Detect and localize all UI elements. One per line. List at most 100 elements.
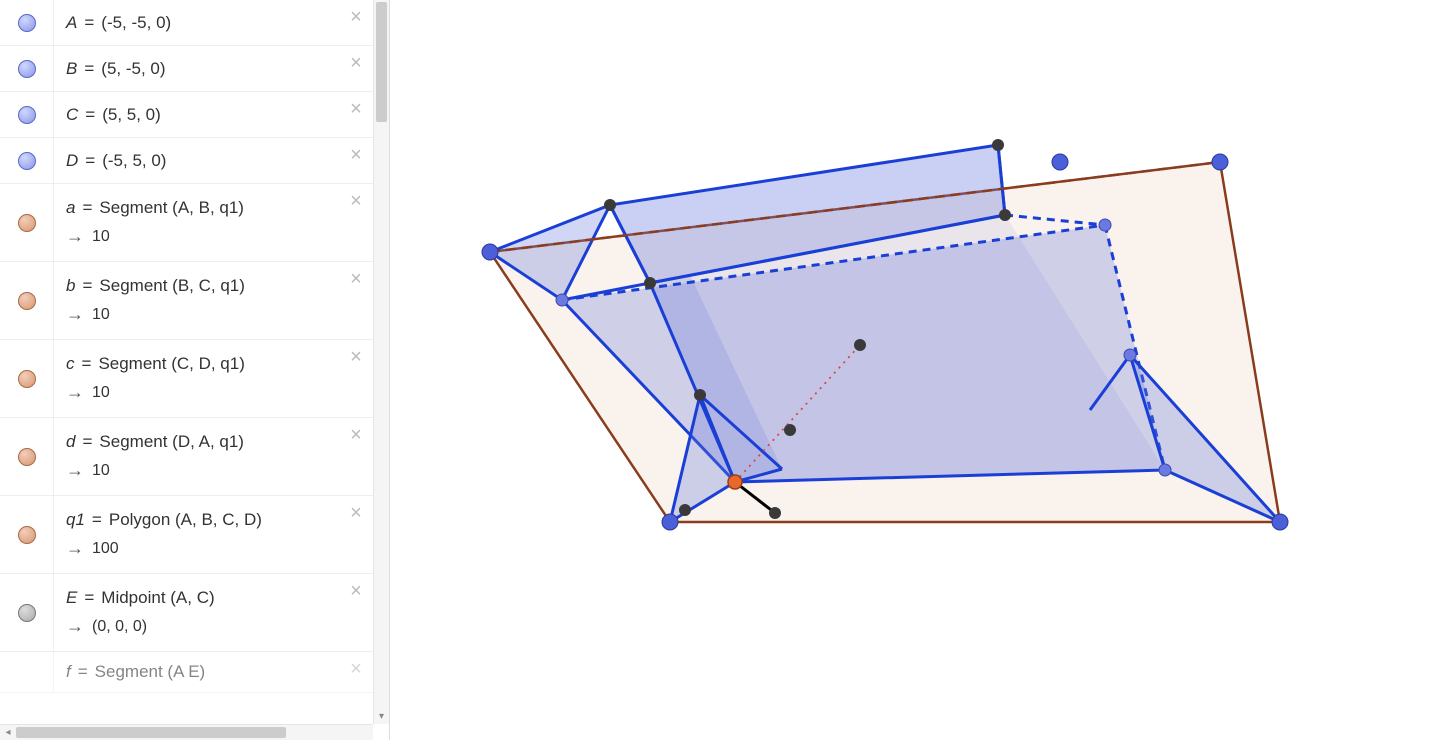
- algebra-row-b[interactable]: b=Segment (B, C, q1)→10×: [0, 262, 389, 340]
- point-D[interactable]: [1212, 154, 1228, 170]
- point-inner-se[interactable]: [1159, 464, 1171, 476]
- algebra-expression[interactable]: b=Segment (B, C, q1)→10: [54, 262, 389, 339]
- algebra-sidebar: A=(-5, -5, 0)×B=(5, -5, 0)×C=(5, 5, 0)×D…: [0, 0, 390, 740]
- point-A[interactable]: [482, 244, 498, 260]
- visibility-bullet-icon[interactable]: [18, 60, 36, 78]
- object-name: C: [66, 105, 78, 125]
- object-name: D: [66, 151, 78, 171]
- visibility-bullet-icon[interactable]: [18, 448, 36, 466]
- algebra-row-C[interactable]: C=(5, 5, 0)×: [0, 92, 389, 138]
- visibility-toggle[interactable]: [0, 46, 54, 91]
- algebra-expression[interactable]: f=Segment (A E): [54, 652, 389, 692]
- delete-button[interactable]: ×: [347, 270, 365, 288]
- delete-button[interactable]: ×: [347, 582, 365, 600]
- visibility-toggle[interactable]: [0, 262, 54, 339]
- point-top-back[interactable]: [992, 139, 1004, 151]
- algebra-expression[interactable]: D=(-5, 5, 0): [54, 138, 389, 183]
- algebra-row-q1[interactable]: q1=Polygon (A, B, C, D)→100×: [0, 496, 389, 574]
- visibility-toggle[interactable]: [0, 340, 54, 417]
- visibility-toggle[interactable]: [0, 652, 54, 692]
- object-name: E: [66, 588, 77, 608]
- visibility-bullet-icon[interactable]: [18, 106, 36, 124]
- visibility-bullet-icon[interactable]: [18, 14, 36, 32]
- algebra-row-A[interactable]: A=(-5, -5, 0)×: [0, 0, 389, 46]
- algebra-expression[interactable]: a=Segment (A, B, q1)→10: [54, 184, 389, 261]
- equals-sign: =: [92, 510, 102, 530]
- scroll-left-arrow-icon[interactable]: ◂: [0, 725, 16, 740]
- point-bottom-mid[interactable]: [679, 504, 691, 516]
- delete-button[interactable]: ×: [347, 660, 365, 678]
- point-B[interactable]: [662, 514, 678, 530]
- algebra-expression[interactable]: E=Midpoint (A, C)→(0, 0, 0): [54, 574, 389, 651]
- point-flap-sw-top[interactable]: [694, 389, 706, 401]
- algebra-row-B[interactable]: B=(5, -5, 0)×: [0, 46, 389, 92]
- 3d-scene-svg[interactable]: [390, 0, 1440, 740]
- visibility-toggle[interactable]: [0, 0, 54, 45]
- algebra-expression[interactable]: d=Segment (D, A, q1)→10: [54, 418, 389, 495]
- point-center-1[interactable]: [854, 339, 866, 351]
- visibility-bullet-icon[interactable]: [18, 152, 36, 170]
- horizontal-scroll-thumb[interactable]: [16, 727, 286, 738]
- object-value: 10: [92, 228, 110, 246]
- algebra-expression[interactable]: B=(5, -5, 0): [54, 46, 389, 91]
- point-top-se[interactable]: [999, 209, 1011, 221]
- visibility-toggle[interactable]: [0, 92, 54, 137]
- algebra-expression[interactable]: C=(5, 5, 0): [54, 92, 389, 137]
- object-definition: Segment (B, C, q1): [99, 276, 245, 296]
- vertical-scroll-thumb[interactable]: [376, 2, 387, 122]
- algebra-expression[interactable]: A=(-5, -5, 0): [54, 0, 389, 45]
- visibility-toggle[interactable]: [0, 574, 54, 651]
- delete-button[interactable]: ×: [347, 426, 365, 444]
- equals-sign: =: [82, 354, 92, 374]
- scroll-down-arrow-icon[interactable]: ▾: [374, 708, 389, 724]
- object-definition: Segment (D, A, q1): [99, 432, 244, 452]
- app-root: A=(-5, -5, 0)×B=(5, -5, 0)×C=(5, 5, 0)×D…: [0, 0, 1440, 740]
- delete-button[interactable]: ×: [347, 54, 365, 72]
- visibility-toggle[interactable]: [0, 496, 54, 573]
- point-inner-ne[interactable]: [1099, 219, 1111, 231]
- object-definition: (5, 5, 0): [102, 105, 161, 125]
- algebra-expression[interactable]: q1=Polygon (A, B, C, D)→100: [54, 496, 389, 573]
- object-value: 10: [92, 462, 110, 480]
- delete-button[interactable]: ×: [347, 100, 365, 118]
- visibility-bullet-icon[interactable]: [18, 370, 36, 388]
- point-flap-se-top[interactable]: [1124, 349, 1136, 361]
- 3d-canvas[interactable]: [390, 0, 1440, 740]
- vertical-scrollbar[interactable]: ▾: [373, 0, 389, 724]
- object-definition: Midpoint (A, C): [101, 588, 214, 608]
- point-black-seg-end[interactable]: [769, 507, 781, 519]
- algebra-row-D[interactable]: D=(-5, 5, 0)×: [0, 138, 389, 184]
- algebra-row-E[interactable]: E=Midpoint (A, C)→(0, 0, 0)×: [0, 574, 389, 652]
- equals-sign: =: [78, 662, 88, 682]
- point-top-ne[interactable]: [1052, 154, 1068, 170]
- algebra-row-a[interactable]: a=Segment (A, B, q1)→10×: [0, 184, 389, 262]
- point-top-nw[interactable]: [604, 199, 616, 211]
- visibility-bullet-icon[interactable]: [18, 214, 36, 232]
- object-definition: (5, -5, 0): [101, 59, 165, 79]
- delete-button[interactable]: ×: [347, 8, 365, 26]
- object-definition: Segment (A E): [95, 662, 206, 682]
- object-name: q1: [66, 510, 85, 530]
- algebra-expression[interactable]: c=Segment (C, D, q1)→10: [54, 340, 389, 417]
- point-inner-nw[interactable]: [556, 294, 568, 306]
- visibility-toggle[interactable]: [0, 418, 54, 495]
- visibility-bullet-icon[interactable]: [18, 292, 36, 310]
- algebra-row-d[interactable]: d=Segment (D, A, q1)→10×: [0, 418, 389, 496]
- point-top-sw[interactable]: [644, 277, 656, 289]
- algebra-row-partial[interactable]: f=Segment (A E)×: [0, 652, 389, 693]
- visibility-bullet-icon[interactable]: [18, 604, 36, 622]
- point-E-origin[interactable]: [728, 475, 742, 489]
- visibility-bullet-icon[interactable]: [18, 526, 36, 544]
- algebra-row-c[interactable]: c=Segment (C, D, q1)→10×: [0, 340, 389, 418]
- horizontal-scrollbar[interactable]: ◂: [0, 724, 373, 740]
- delete-button[interactable]: ×: [347, 146, 365, 164]
- visibility-toggle[interactable]: [0, 184, 54, 261]
- point-C[interactable]: [1272, 514, 1288, 530]
- delete-button[interactable]: ×: [347, 348, 365, 366]
- object-value: 10: [92, 384, 110, 402]
- visibility-toggle[interactable]: [0, 138, 54, 183]
- delete-button[interactable]: ×: [347, 504, 365, 522]
- result-arrow-icon: →: [66, 382, 84, 403]
- point-center-2[interactable]: [784, 424, 796, 436]
- delete-button[interactable]: ×: [347, 192, 365, 210]
